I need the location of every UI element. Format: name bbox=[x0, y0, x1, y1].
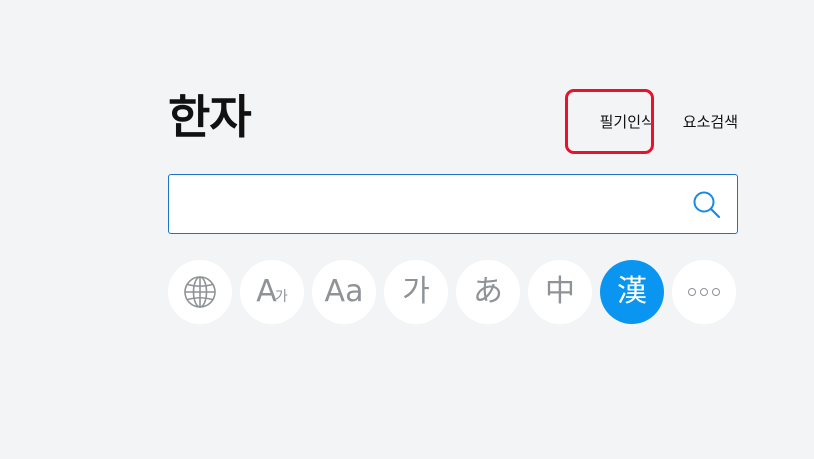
chinese-dictionary-button[interactable]: 中 bbox=[528, 260, 592, 324]
handwriting-recognition-link[interactable]: 필기인식 bbox=[600, 112, 655, 132]
english-dictionary-button[interactable]: Aa bbox=[312, 260, 376, 324]
chinese-icon: 中 bbox=[545, 274, 575, 309]
header-links: 필기인식 요소검색 bbox=[600, 112, 738, 132]
search-box bbox=[168, 174, 738, 234]
globe-dictionary-button[interactable] bbox=[168, 260, 232, 324]
page: 한자 필기인식 요소검색 A가 Aa 가 あ 中 漢 bbox=[0, 0, 814, 459]
japanese-icon: あ bbox=[473, 274, 503, 309]
hanja-icon: 漢 bbox=[617, 274, 647, 309]
translate-icon-letter: A bbox=[256, 274, 277, 309]
hanja-dictionary-button[interactable]: 漢 bbox=[600, 260, 664, 324]
more-dictionaries-button[interactable] bbox=[672, 260, 736, 324]
globe-icon bbox=[184, 276, 216, 308]
search-input[interactable] bbox=[169, 175, 669, 233]
radical-search-link[interactable]: 요소검색 bbox=[683, 112, 738, 132]
more-icon bbox=[688, 288, 720, 296]
translator-button[interactable]: A가 bbox=[240, 260, 304, 324]
page-title: 한자 bbox=[168, 90, 252, 144]
translate-icon-sub: 가 bbox=[274, 289, 288, 305]
english-icon: Aa bbox=[324, 274, 364, 309]
korean-dictionary-button[interactable]: 가 bbox=[384, 260, 448, 324]
dictionary-selector: A가 Aa 가 あ 中 漢 bbox=[168, 260, 744, 324]
japanese-dictionary-button[interactable]: あ bbox=[456, 260, 520, 324]
translate-icon: A가 bbox=[256, 277, 287, 307]
search-icon bbox=[693, 191, 721, 219]
korean-icon: 가 bbox=[402, 274, 430, 309]
search-button[interactable] bbox=[691, 189, 723, 221]
